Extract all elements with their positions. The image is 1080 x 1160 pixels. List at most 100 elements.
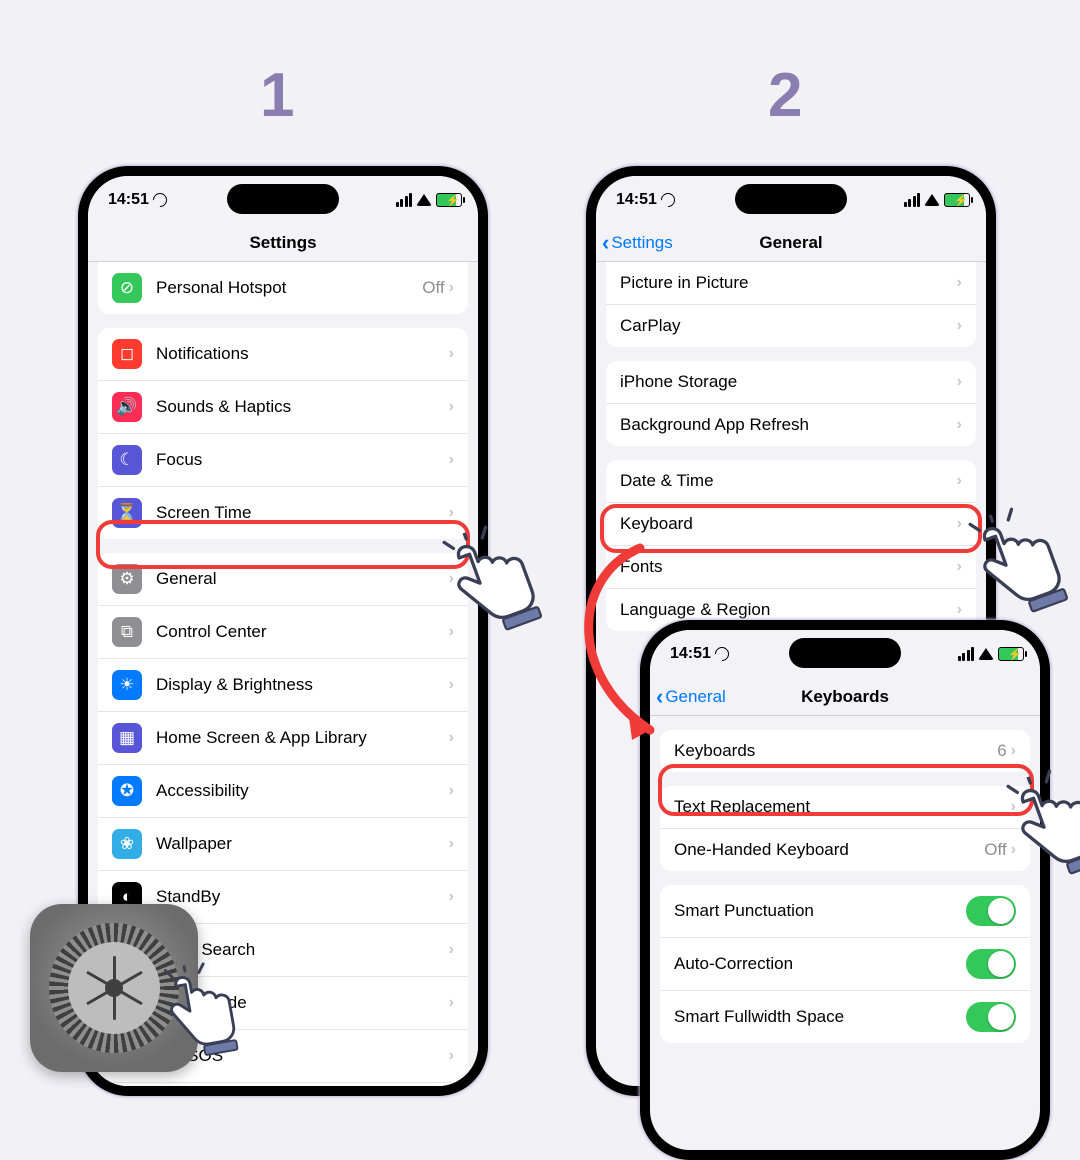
battery-icon: ⚡ (998, 647, 1024, 661)
row-label: Smart Fullwidth Space (674, 1007, 966, 1027)
headphones-icon (712, 644, 732, 664)
row-label: Control Center (156, 622, 449, 642)
chevron-right-icon: › (957, 373, 962, 391)
phone-keyboards-page: 14:51 ⚡ ‹ General Keyboards Keyboards 6 … (640, 620, 1050, 1160)
row-label: General (156, 569, 449, 589)
chevron-right-icon: › (449, 345, 454, 363)
dynamic-island (789, 638, 901, 668)
row-iphone-storage[interactable]: iPhone Storage › (606, 361, 976, 404)
row-detail: 6 (997, 741, 1006, 761)
row-label: StandBy (156, 887, 449, 907)
row-label: Keyboards (674, 741, 997, 761)
row-accessibility[interactable]: ✪ Accessibility › (98, 765, 468, 818)
headphones-icon (658, 190, 678, 210)
chevron-right-icon: › (449, 676, 454, 694)
row-label: Accessibility (156, 781, 449, 801)
row-label: Personal Hotspot (156, 278, 422, 298)
chevron-right-icon: › (449, 782, 454, 800)
row-label: Auto-Correction (674, 954, 966, 974)
cell-signal-icon (958, 647, 975, 661)
hourglass-icon: ⏳ (112, 498, 142, 528)
row-label: Focus (156, 450, 449, 470)
navbar-keyboards: ‹ General Keyboards (650, 678, 1040, 716)
row-label: Picture in Picture (620, 273, 957, 293)
sun-icon: ☀ (112, 670, 142, 700)
row-notifications[interactable]: ◻ Notifications › (98, 328, 468, 381)
chevron-right-icon: › (957, 317, 962, 335)
page-title: General (759, 233, 822, 253)
bell-icon: ◻ (112, 339, 142, 369)
row-label: Screen Time (156, 503, 449, 523)
row-focus[interactable]: ☾ Focus › (98, 434, 468, 487)
row-label: Siri & Search (156, 940, 449, 960)
row-control-center[interactable]: ⧉ Control Center › (98, 606, 468, 659)
gear-icon: ⚙ (112, 564, 142, 594)
row-screen-time[interactable]: ⏳ Screen Time › (98, 487, 468, 539)
row-carplay[interactable]: CarPlay › (606, 305, 976, 347)
row-label: One-Handed Keyboard (674, 840, 984, 860)
back-label: Settings (611, 233, 672, 253)
wifi-icon (416, 194, 432, 206)
grid-icon: ▦ (112, 723, 142, 753)
navbar-settings: Settings (88, 224, 478, 262)
status-time: 14:51 (108, 191, 149, 209)
row-exposure-notifications[interactable]: otifications › (98, 1083, 468, 1096)
row-label: CarPlay (620, 316, 957, 336)
chevron-right-icon: › (449, 888, 454, 906)
row-home-screen[interactable]: ▦ Home Screen & App Library › (98, 712, 468, 765)
battery-icon: ⚡ (944, 193, 970, 207)
row-keyboards-list[interactable]: Keyboards 6 › (660, 730, 1030, 772)
chevron-right-icon: › (449, 729, 454, 747)
hotspot-icon: ⊘ (112, 273, 142, 303)
row-display-brightness[interactable]: ☀ Display & Brightness › (98, 659, 468, 712)
chevron-right-icon: › (957, 601, 962, 619)
dynamic-island (735, 184, 847, 214)
chevron-right-icon: › (449, 398, 454, 416)
row-label: Keyboard (620, 514, 957, 534)
wifi-icon (924, 194, 940, 206)
toggle-on[interactable] (966, 896, 1016, 926)
battery-icon: ⚡ (436, 193, 462, 207)
row-general[interactable]: ⚙ General › (98, 553, 468, 606)
chevron-right-icon: › (449, 504, 454, 522)
back-button[interactable]: ‹ Settings (602, 230, 673, 256)
row-personal-hotspot[interactable]: ⊘ Personal Hotspot Off › (98, 262, 468, 314)
row-background-app-refresh[interactable]: Background App Refresh › (606, 404, 976, 446)
chevron-right-icon: › (957, 472, 962, 490)
cell-signal-icon (904, 193, 921, 207)
status-time: 14:51 (616, 191, 657, 209)
page-title: Keyboards (801, 687, 889, 707)
row-wallpaper[interactable]: ❀ Wallpaper › (98, 818, 468, 871)
chevron-right-icon: › (449, 451, 454, 469)
wifi-icon (978, 648, 994, 660)
row-auto-correction[interactable]: Auto-Correction (660, 938, 1030, 991)
row-label: Wallpaper (156, 834, 449, 854)
speaker-icon: 🔊 (112, 392, 142, 422)
red-arrow-icon (540, 538, 700, 758)
row-label: Notifications (156, 344, 449, 364)
chevron-right-icon: › (957, 416, 962, 434)
toggle-on[interactable] (966, 1002, 1016, 1032)
row-one-handed-keyboard[interactable]: One-Handed Keyboard Off › (660, 829, 1030, 871)
row-smart-punctuation[interactable]: Smart Punctuation (660, 885, 1030, 938)
moon-icon: ☾ (112, 445, 142, 475)
row-picture-in-picture[interactable]: Picture in Picture › (606, 262, 976, 305)
chevron-right-icon: › (449, 941, 454, 959)
chevron-right-icon: › (1011, 742, 1016, 760)
chevron-right-icon: › (449, 994, 454, 1012)
headphones-icon (150, 190, 170, 210)
row-date-time[interactable]: Date & Time › (606, 460, 976, 503)
page-title: Settings (249, 233, 316, 253)
row-label: Text Replacement (674, 797, 1011, 817)
chevron-right-icon: › (957, 274, 962, 292)
accessibility-icon: ✪ (112, 776, 142, 806)
row-smart-fullwidth-space[interactable]: Smart Fullwidth Space (660, 991, 1030, 1043)
navbar-general: ‹ Settings General (596, 224, 986, 262)
row-label: Date & Time (620, 471, 957, 491)
cell-signal-icon (396, 193, 413, 207)
step-number-2: 2 (768, 60, 802, 131)
row-detail: Off (422, 278, 444, 298)
row-text-replacement[interactable]: Text Replacement › (660, 786, 1030, 829)
toggle-on[interactable] (966, 949, 1016, 979)
row-sounds-haptics[interactable]: 🔊 Sounds & Haptics › (98, 381, 468, 434)
